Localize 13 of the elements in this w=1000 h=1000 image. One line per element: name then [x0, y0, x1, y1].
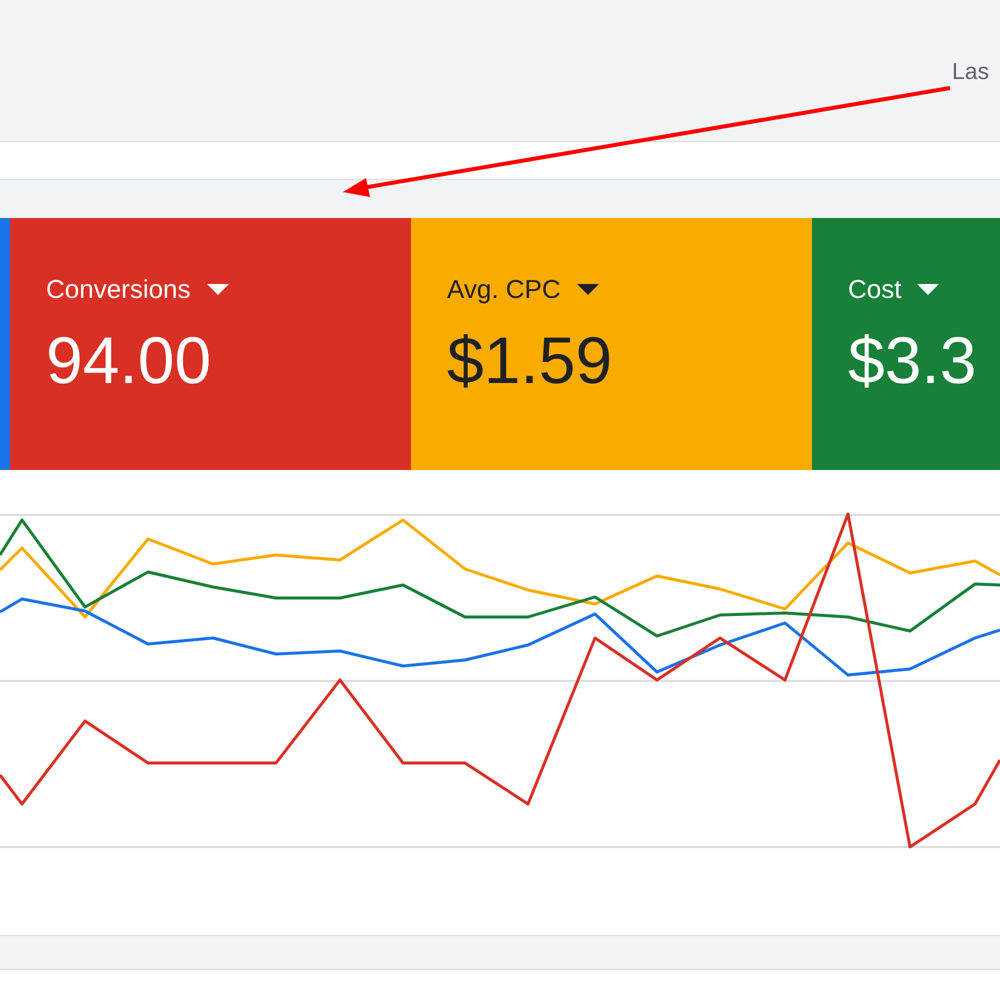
metric-label: Conversions: [46, 274, 191, 304]
metric-label: Avg. CPC: [447, 274, 561, 304]
metric-label: Cost: [848, 274, 902, 304]
metric-value: 94.00: [46, 322, 212, 399]
dropdown-caret-icon[interactable]: [206, 284, 229, 294]
metric-card[interactable]: Conversions 94.00: [10, 218, 411, 470]
dropdown-caret-icon[interactable]: [576, 284, 599, 294]
metric-value: $1.59: [447, 322, 614, 399]
metric-card[interactable]: Avg. CPC $1.59: [411, 218, 812, 470]
metric-value: $3.3: [848, 322, 978, 399]
date-range-label: Las: [952, 57, 990, 86]
dropdown-caret-icon[interactable]: [917, 284, 940, 294]
metric-card[interactable]: Cost $3.3: [812, 218, 1000, 470]
